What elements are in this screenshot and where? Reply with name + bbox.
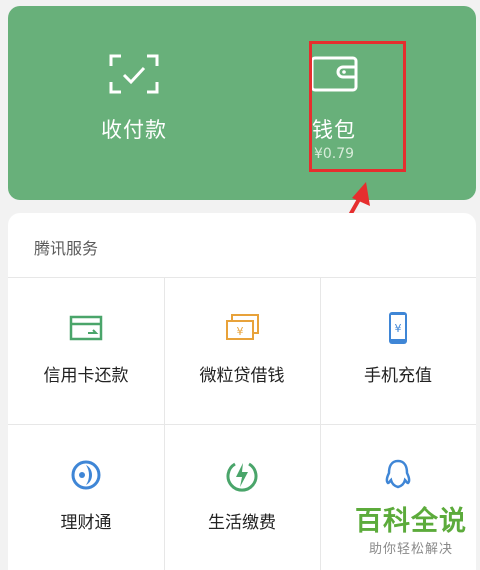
cash-notes-icon: ¥ — [226, 314, 259, 340]
service-utility-payment[interactable]: 生活缴费 — [164, 425, 320, 570]
svg-text:¥: ¥ — [237, 325, 244, 338]
scan-check-icon — [109, 54, 159, 94]
watermark-slogan: 助你轻松解决 — [368, 542, 453, 557]
pay-receive-button[interactable]: 收付款 — [54, 6, 214, 200]
wallet-label: 钱包 — [312, 118, 356, 142]
wallet-header-card: 收付款 钱包 ¥0.79 — [8, 6, 476, 200]
service-label: 信用卡还款 — [43, 366, 129, 386]
service-phone-recharge[interactable]: ¥ 手机充值 — [320, 278, 476, 424]
qq-icon — [385, 459, 411, 489]
section-title: 腾讯服务 — [34, 239, 99, 258]
service-label: 微粒贷借钱 — [199, 366, 285, 386]
service-credit-card-repay[interactable]: 信用卡还款 — [8, 278, 164, 424]
service-label: 理财通 — [60, 513, 112, 533]
service-label: 手机充值 — [364, 366, 432, 386]
credit-card-icon — [69, 315, 103, 341]
wallet-balance: ¥0.79 — [313, 146, 355, 162]
service-label: 生活缴费 — [208, 513, 276, 533]
wallet-button[interactable]: 钱包 ¥0.79 — [254, 6, 414, 200]
pay-receive-label: 收付款 — [101, 118, 167, 142]
service-weilidai-loan[interactable]: ¥ 微粒贷借钱 — [164, 278, 320, 424]
svg-text:¥: ¥ — [395, 322, 402, 335]
phone-recharge-icon: ¥ — [389, 312, 407, 344]
baike-watermark: 百科全说 助你轻松解决 — [348, 506, 474, 557]
watermark-brand: 百科全说 — [355, 506, 467, 537]
wallet-icon — [310, 56, 358, 92]
service-licaitong[interactable]: 理财通 — [8, 425, 164, 570]
wealth-icon — [71, 460, 101, 490]
utility-bolt-icon — [226, 462, 258, 492]
